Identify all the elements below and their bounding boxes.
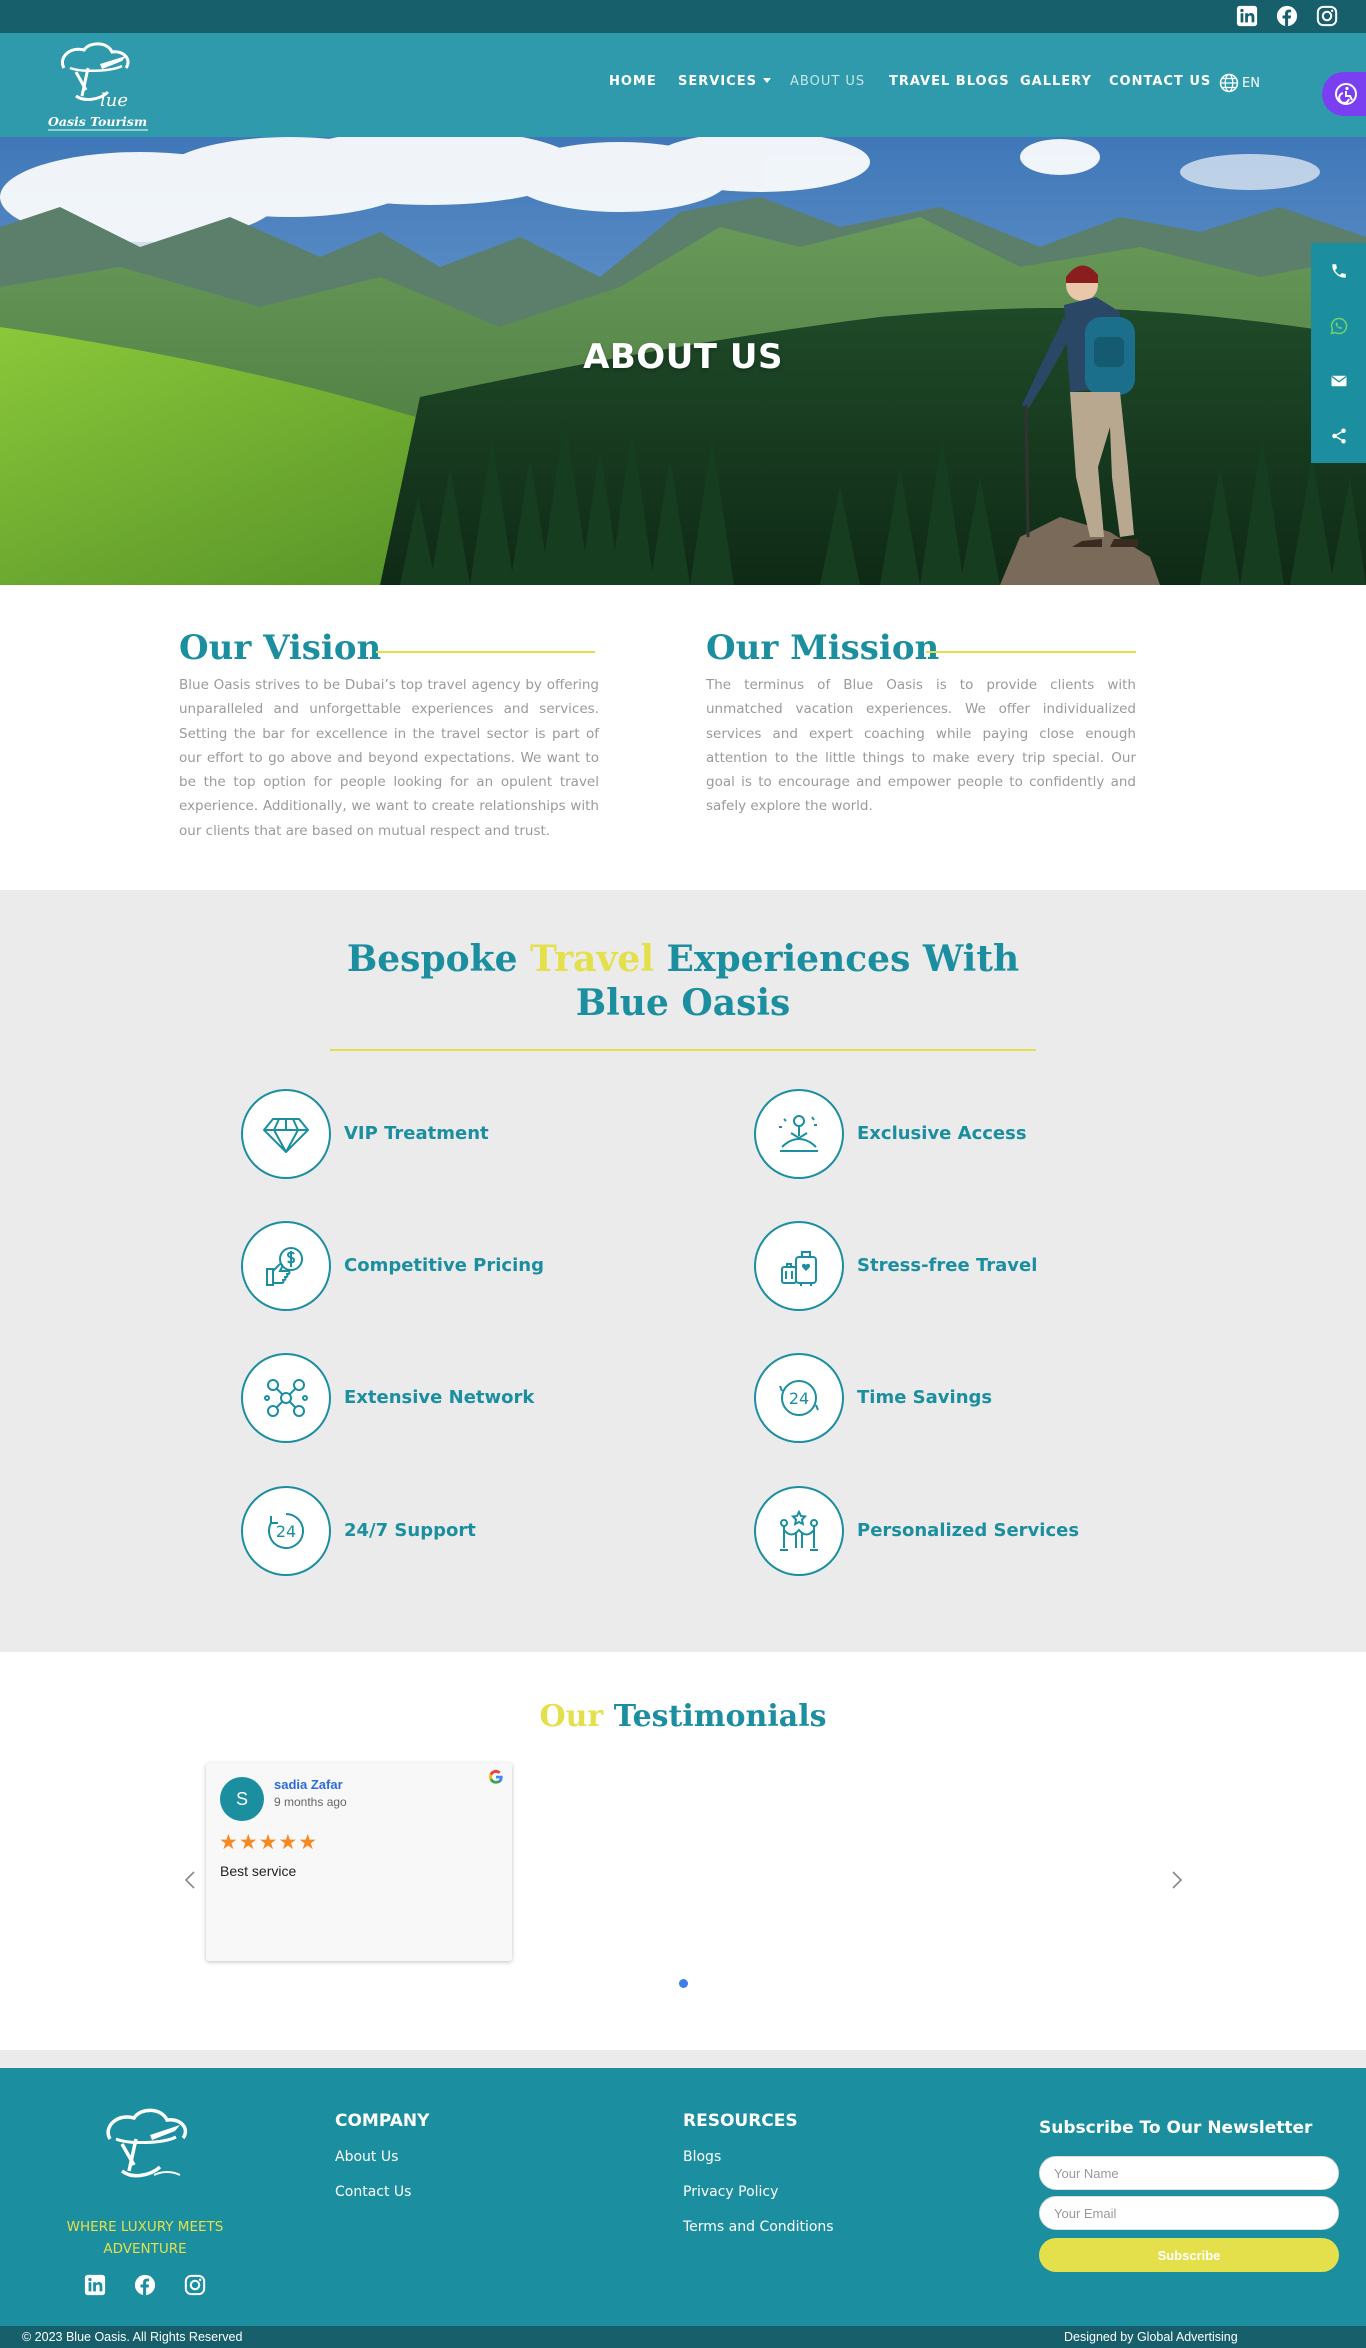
globe-icon xyxy=(1219,73,1239,93)
linkedin-icon[interactable] xyxy=(1235,4,1259,28)
email-button[interactable] xyxy=(1311,353,1366,408)
footer-tagline: WHERE LUXURY MEETS ADVENTURE xyxy=(66,2219,224,2257)
mission-title: Our Mission xyxy=(706,628,940,668)
svg-text:24: 24 xyxy=(276,1522,296,1541)
bespoke-title: Bespoke Travel Experiences With Blue Oas… xyxy=(0,937,1366,1025)
accessibility-button[interactable] xyxy=(1322,72,1366,116)
review-text: Best service xyxy=(220,1863,297,1879)
carousel-next-button[interactable] xyxy=(1167,1868,1187,1892)
nav-travel-blogs[interactable]: TRAVEL BLOGS xyxy=(889,74,1010,94)
footer-link-about-us[interactable]: About Us xyxy=(335,2149,398,2165)
footer-link-privacy-policy[interactable]: Privacy Policy xyxy=(683,2184,778,2200)
nav-contact-us[interactable]: CONTACT US xyxy=(1109,74,1211,94)
whatsapp-button[interactable] xyxy=(1311,298,1366,353)
newsletter-heading: Subscribe To Our Newsletter xyxy=(1039,2118,1313,2138)
feature-label-competitive-pricing: Competitive Pricing xyxy=(344,1255,544,1276)
meditation-icon xyxy=(754,1089,844,1179)
subscribe-button[interactable]: Subscribe xyxy=(1039,2238,1339,2272)
testimonials-title: Our Testimonials xyxy=(0,1699,1366,1734)
footer-company-heading: COMPANY xyxy=(335,2111,430,2131)
vision-title: Our Vision xyxy=(179,628,382,668)
testimonials-title-rest: Testimonials xyxy=(613,1699,827,1734)
language-switcher[interactable]: EN xyxy=(1219,73,1260,93)
copyright-text: © 2023 Blue Oasis. All Rights Reserved xyxy=(22,2330,243,2344)
diamond-icon xyxy=(241,1089,331,1179)
price-thumbs-up-icon xyxy=(241,1221,331,1311)
reviewer-name[interactable]: sadia Zafar xyxy=(274,1777,343,1792)
network-icon xyxy=(241,1353,331,1443)
luggage-icon xyxy=(754,1221,844,1311)
feature-label-stress-free-travel: Stress-free Travel xyxy=(857,1255,1038,1276)
whatsapp-icon xyxy=(1329,317,1347,335)
nav-gallery[interactable]: GALLERY xyxy=(1020,74,1092,94)
floating-contact-bar xyxy=(1311,243,1366,463)
email-icon xyxy=(1330,375,1347,386)
feature-label-time-savings: Time Savings xyxy=(857,1387,993,1408)
carousel-dot-active[interactable] xyxy=(679,1979,688,1988)
top-social-bar xyxy=(0,0,1366,33)
feature-label-exclusive-access: Exclusive Access xyxy=(857,1123,1027,1144)
nav-home[interactable]: HOME xyxy=(609,74,657,94)
testimonials-title-highlight: Our xyxy=(539,1699,604,1734)
footer-link-blogs[interactable]: Blogs xyxy=(683,2149,721,2165)
language-label: EN xyxy=(1242,75,1260,91)
carousel-prev-button[interactable] xyxy=(180,1868,200,1892)
phone-icon xyxy=(1331,263,1346,278)
vision-text: Blue Oasis strives to be Dubai’s top tra… xyxy=(179,677,599,839)
support-24-icon: 24 xyxy=(241,1486,331,1576)
footer-instagram-icon[interactable] xyxy=(183,2273,207,2297)
footer-link-terms[interactable]: Terms and Conditions xyxy=(683,2219,834,2235)
footer-divider-strip xyxy=(0,2050,1366,2068)
designer-credit-link[interactable]: Designed by Global Advertising xyxy=(1064,2330,1238,2344)
bespoke-title-highlight: Travel xyxy=(530,938,654,980)
feature-label-vip-treatment: VIP Treatment xyxy=(344,1123,489,1144)
svg-text:24: 24 xyxy=(789,1389,809,1408)
avatar: S xyxy=(220,1777,264,1821)
mission-divider xyxy=(926,651,1136,653)
feature-label-extensive-network: Extensive Network xyxy=(344,1387,535,1408)
chevron-down-icon xyxy=(762,78,771,83)
facebook-icon[interactable] xyxy=(1275,4,1299,28)
footer-resources-heading: RESOURCES xyxy=(683,2111,798,2131)
bespoke-title-line2: Blue Oasis xyxy=(575,982,791,1024)
feature-label-personalized-services: Personalized Services xyxy=(857,1520,1080,1541)
svg-text:Oasis Tourism: Oasis Tourism xyxy=(48,114,147,129)
blue-oasis-logo[interactable]: lue Oasis Tourism xyxy=(46,38,152,132)
bespoke-title-part2: Experiences With xyxy=(666,938,1020,980)
hero-banner: ABOUT US xyxy=(0,137,1366,585)
nav-about-us[interactable]: ABOUT US xyxy=(790,74,865,94)
mission-text: The terminus of Blue Oasis is to provide… xyxy=(706,677,1136,815)
google-icon xyxy=(489,1769,503,1784)
footer-link-contact-us[interactable]: Contact Us xyxy=(335,2184,411,2200)
instagram-icon[interactable] xyxy=(1315,4,1339,28)
share-icon xyxy=(1331,428,1346,443)
chevron-left-icon xyxy=(184,1871,195,1889)
footer-facebook-icon[interactable] xyxy=(133,2273,157,2297)
bespoke-title-part1: Bespoke xyxy=(346,938,518,980)
footer-bottom-bar: © 2023 Blue Oasis. All Rights Reserved D… xyxy=(0,2326,1366,2348)
phone-button[interactable] xyxy=(1311,243,1366,298)
vision-divider xyxy=(376,651,595,653)
newsletter-email-input[interactable] xyxy=(1039,2196,1339,2230)
review-card: S sadia Zafar 9 months ago ★★★★★ Best se… xyxy=(206,1763,512,1961)
vip-rope-icon xyxy=(754,1486,844,1576)
share-button[interactable] xyxy=(1311,408,1366,463)
clock-24-icon: 24 xyxy=(754,1353,844,1443)
page-title: ABOUT US xyxy=(583,337,783,377)
bespoke-divider xyxy=(330,1049,1036,1051)
nav-services[interactable]: SERVICES xyxy=(678,74,771,94)
nav-services-label: SERVICES xyxy=(678,74,757,89)
review-time: 9 months ago xyxy=(274,1795,347,1809)
footer-logo[interactable] xyxy=(88,2105,202,2197)
feature-label-24-7-support: 24/7 Support xyxy=(344,1520,476,1541)
footer-linkedin-icon[interactable] xyxy=(83,2273,107,2297)
newsletter-name-input[interactable] xyxy=(1039,2156,1339,2190)
chevron-right-icon xyxy=(1172,1871,1183,1889)
star-rating: ★★★★★ xyxy=(219,1831,319,1854)
svg-text:lue: lue xyxy=(100,90,128,111)
accessibility-icon xyxy=(1335,83,1357,105)
